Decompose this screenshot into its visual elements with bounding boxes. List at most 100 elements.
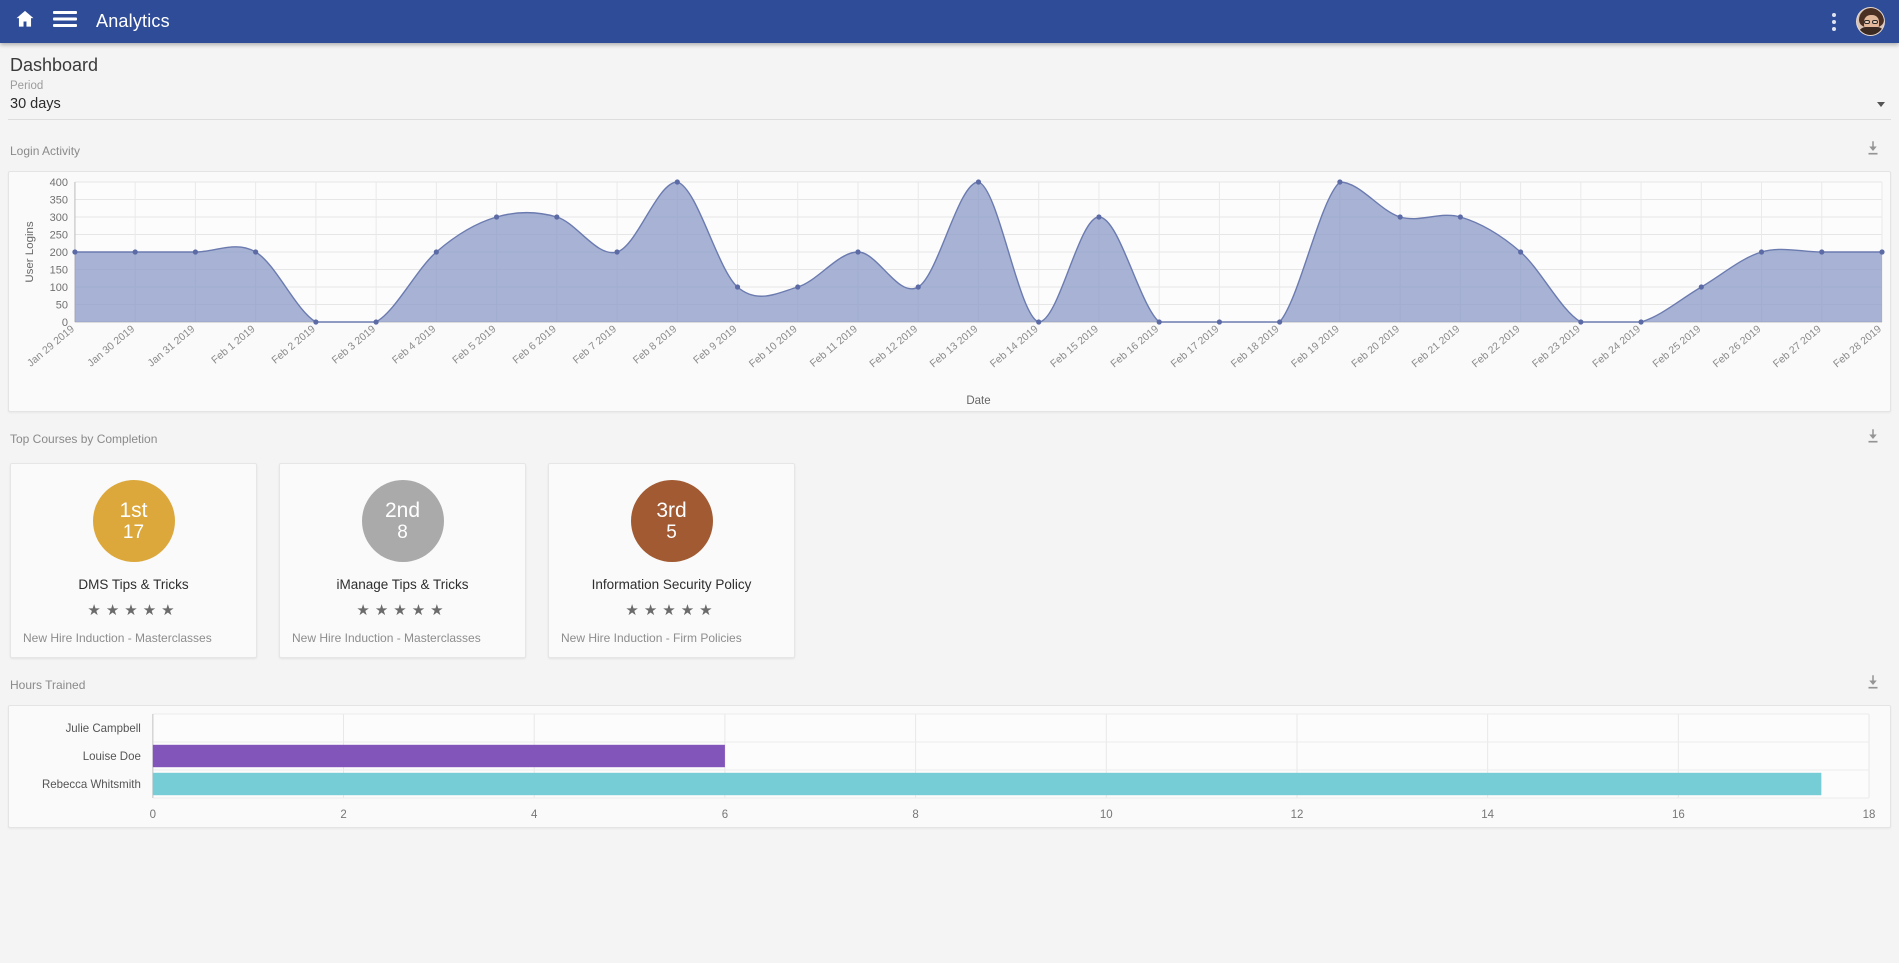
hamburger-menu-icon[interactable] xyxy=(52,9,78,34)
rating-stars: ★★★★★ xyxy=(356,602,449,619)
data-point[interactable] xyxy=(1819,249,1825,255)
data-point[interactable] xyxy=(674,179,680,185)
x-axis-tick: 10 xyxy=(1100,809,1113,821)
medal-badge: 1st 17 xyxy=(92,480,175,562)
data-point[interactable] xyxy=(855,249,861,255)
data-point[interactable] xyxy=(493,214,500,220)
bar[interactable] xyxy=(152,744,725,768)
x-axis-tick: 12 xyxy=(1291,809,1304,821)
download-icon[interactable] xyxy=(1861,424,1885,453)
data-point[interactable] xyxy=(192,249,198,255)
x-axis-tick: Feb 6 2019 xyxy=(511,324,559,367)
x-axis-tick: Feb 10 2019 xyxy=(748,324,800,370)
avatar[interactable] xyxy=(1856,7,1885,36)
hours-trained-header: Hours Trained xyxy=(8,658,1891,705)
x-axis-tick: Feb 23 2019 xyxy=(1531,324,1583,370)
x-axis-tick: Jan 30 2019 xyxy=(86,324,137,370)
data-point[interactable] xyxy=(1096,214,1102,220)
medal-rank: 1st xyxy=(119,498,148,522)
course-name: iManage Tips & Tricks xyxy=(336,577,469,592)
bar[interactable] xyxy=(152,772,1822,796)
x-axis-tick: Feb 17 2019 xyxy=(1169,324,1221,370)
course-name: DMS Tips & Tricks xyxy=(78,577,189,592)
data-point[interactable] xyxy=(975,179,982,185)
y-axis-tick: 150 xyxy=(50,264,68,276)
y-axis-tick: 50 xyxy=(56,299,68,311)
y-axis-tick: 250 xyxy=(50,229,68,241)
data-point[interactable] xyxy=(1578,319,1584,325)
x-axis-tick: 18 xyxy=(1863,809,1876,821)
x-axis-tick: Feb 1 2019 xyxy=(210,324,258,367)
medal-badge: 2nd 8 xyxy=(361,480,444,562)
data-point[interactable] xyxy=(734,284,741,290)
y-axis-tick: 200 xyxy=(50,247,68,259)
x-axis-tick: Feb 18 2019 xyxy=(1229,324,1281,370)
x-axis-title: Date xyxy=(966,395,990,407)
data-point[interactable] xyxy=(1337,179,1343,185)
download-icon[interactable] xyxy=(1861,136,1885,165)
period-select[interactable]: 30 days xyxy=(8,92,1891,120)
data-point[interactable] xyxy=(1517,249,1524,255)
data-point[interactable] xyxy=(253,249,259,255)
x-axis-tick: 6 xyxy=(722,809,728,821)
top-courses-header: Top Courses by Completion xyxy=(8,412,1891,459)
download-icon[interactable] xyxy=(1861,670,1885,699)
page-title: Dashboard xyxy=(10,55,99,75)
x-axis-tick: Feb 25 2019 xyxy=(1651,324,1703,370)
x-axis-tick: Feb 4 2019 xyxy=(391,324,439,367)
data-point[interactable] xyxy=(132,249,138,255)
data-point[interactable] xyxy=(1277,319,1283,325)
course-card[interactable]: 1st 17 DMS Tips & Tricks ★★★★★ New Hire Indu… xyxy=(10,463,257,658)
y-axis-tick: 350 xyxy=(50,194,68,206)
y-axis-tick: 400 xyxy=(50,177,68,189)
data-point[interactable] xyxy=(1698,284,1704,290)
x-axis-tick: Feb 3 2019 xyxy=(330,324,378,367)
medal-rank: 2nd xyxy=(384,498,421,522)
x-axis-tick: Feb 28 2019 xyxy=(1832,324,1884,370)
course-category: New Hire Induction - Masterclasses xyxy=(23,631,212,645)
medal-count: 17 xyxy=(122,522,145,544)
login-activity-title: Login Activity xyxy=(10,143,81,158)
data-point[interactable] xyxy=(313,319,319,325)
x-axis-tick: Feb 20 2019 xyxy=(1350,324,1402,370)
home-icon[interactable] xyxy=(14,8,36,35)
data-point[interactable] xyxy=(614,249,620,255)
x-axis-tick: Feb 2 2019 xyxy=(270,324,318,367)
data-point[interactable] xyxy=(795,284,801,290)
x-axis-tick: Feb 5 2019 xyxy=(451,324,499,367)
course-card[interactable]: 3rd 5 Information Security Policy ★★★★★ New … xyxy=(548,463,795,658)
course-name: Information Security Policy xyxy=(591,577,752,592)
data-point[interactable] xyxy=(1638,319,1644,325)
data-point[interactable] xyxy=(1036,319,1042,325)
app-bar-left: Analytics xyxy=(14,8,170,35)
data-point[interactable] xyxy=(554,214,560,220)
rating-stars: ★★★★★ xyxy=(625,602,718,619)
top-courses-list: 1st 17 DMS Tips & Tricks ★★★★★ New Hire Indu… xyxy=(8,459,1891,658)
x-axis-tick: Feb 24 2019 xyxy=(1591,324,1643,370)
medal-rank: 3rd xyxy=(656,498,687,522)
data-point[interactable] xyxy=(433,249,439,255)
data-point[interactable] xyxy=(1397,214,1403,220)
x-axis-tick: Feb 27 2019 xyxy=(1772,324,1824,370)
data-point[interactable] xyxy=(373,319,379,325)
data-point[interactable] xyxy=(1216,319,1223,325)
data-point[interactable] xyxy=(1156,319,1162,325)
data-point[interactable] xyxy=(1879,249,1885,255)
login-activity-chart: 050100150200250300350400User LoginsJan 2… xyxy=(24,177,1885,407)
kebab-menu-icon[interactable] xyxy=(1826,9,1842,35)
x-axis-tick: Feb 21 2019 xyxy=(1410,324,1462,370)
data-point[interactable] xyxy=(1457,214,1463,220)
data-point[interactable] xyxy=(72,249,78,255)
data-point[interactable] xyxy=(1758,249,1765,255)
medal-badge: 3rd 5 xyxy=(630,480,713,562)
course-card[interactable]: 2nd 8 iManage Tips & Tricks ★★★★★ New Hire I… xyxy=(279,463,526,658)
medal-count: 8 xyxy=(397,522,408,544)
x-axis-tick: 4 xyxy=(531,809,538,821)
course-category: New Hire Induction - Masterclasses xyxy=(292,631,481,645)
data-point[interactable] xyxy=(915,284,921,290)
x-axis-tick: Feb 22 2019 xyxy=(1470,324,1522,370)
y-axis-title: User Logins xyxy=(24,221,36,283)
medal-count: 5 xyxy=(666,522,677,544)
app-bar: Analytics xyxy=(0,0,1899,43)
x-axis-tick: Feb 15 2019 xyxy=(1049,324,1101,370)
